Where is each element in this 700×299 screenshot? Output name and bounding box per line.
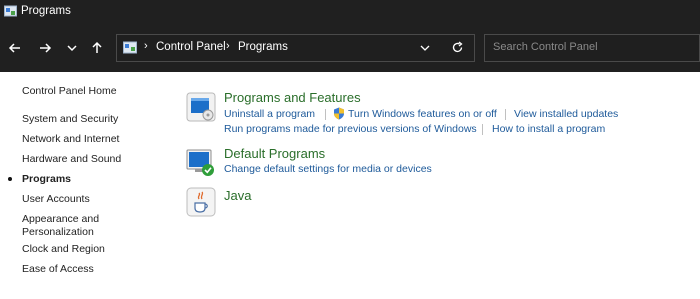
shield-icon [334, 107, 344, 120]
turn-windows-features-link[interactable]: Turn Windows features on or off [348, 108, 497, 120]
refresh-icon[interactable] [451, 41, 464, 54]
up-arrow-icon[interactable] [88, 39, 106, 57]
forward-arrow-icon[interactable] [36, 39, 54, 57]
active-item-bullet-icon [8, 177, 12, 181]
breadcrumb-separator-icon: › [144, 40, 148, 52]
navigation-bar: › Control Panel › Programs Search Contro… [0, 24, 700, 72]
sidebar-item-system-and-security[interactable]: System and Security [22, 113, 118, 126]
address-bar[interactable]: › Control Panel › Programs [116, 34, 475, 62]
control-panel-icon [4, 5, 17, 17]
default-programs-icon [186, 149, 214, 176]
sidebar-item-appearance-line1[interactable]: Appearance and [22, 213, 99, 226]
search-input[interactable]: Search Control Panel [493, 41, 598, 53]
sidebar-item-network-and-internet[interactable]: Network and Internet [22, 133, 119, 146]
run-programs-previous-versions-link[interactable]: Run programs made for previous versions … [224, 123, 477, 135]
control-panel-icon [123, 41, 137, 54]
title-bar: Programs [0, 0, 700, 24]
search-box[interactable]: Search Control Panel [484, 34, 700, 62]
back-arrow-icon[interactable] [6, 39, 24, 57]
view-installed-updates-link[interactable]: View installed updates [514, 108, 618, 120]
sidebar-item-hardware-and-sound[interactable]: Hardware and Sound [22, 153, 121, 166]
sidebar-item-user-accounts[interactable]: User Accounts [22, 193, 90, 206]
breadcrumb-programs[interactable]: Programs [238, 41, 288, 53]
sidebar-item-ease-of-access[interactable]: Ease of Access [22, 263, 94, 276]
programs-and-features-title[interactable]: Programs and Features [224, 90, 361, 105]
change-default-settings-link[interactable]: Change default settings for media or dev… [224, 163, 432, 175]
breadcrumb-control-panel[interactable]: Control Panel [156, 41, 226, 53]
recent-locations-chevron-icon[interactable] [63, 39, 81, 57]
sidebar-item-appearance-line2[interactable]: Personalization [22, 226, 94, 239]
how-to-install-program-link[interactable]: How to install a program [492, 123, 605, 135]
window-title: Programs [21, 5, 71, 17]
sidebar-item-control-panel-home[interactable]: Control Panel Home [22, 85, 117, 98]
uninstall-program-link[interactable]: Uninstall a program [224, 108, 315, 120]
link-separator [505, 109, 506, 120]
sidebar-item-clock-and-region[interactable]: Clock and Region [22, 243, 105, 256]
java-title[interactable]: Java [224, 188, 251, 203]
default-programs-title[interactable]: Default Programs [224, 146, 325, 161]
link-separator [482, 124, 483, 135]
breadcrumb-separator-icon: › [226, 40, 230, 52]
address-dropdown-chevron-icon[interactable] [419, 42, 431, 54]
java-icon [186, 187, 216, 217]
link-separator [325, 109, 326, 120]
programs-and-features-icon [186, 92, 216, 122]
sidebar-item-programs[interactable]: Programs [22, 173, 71, 186]
